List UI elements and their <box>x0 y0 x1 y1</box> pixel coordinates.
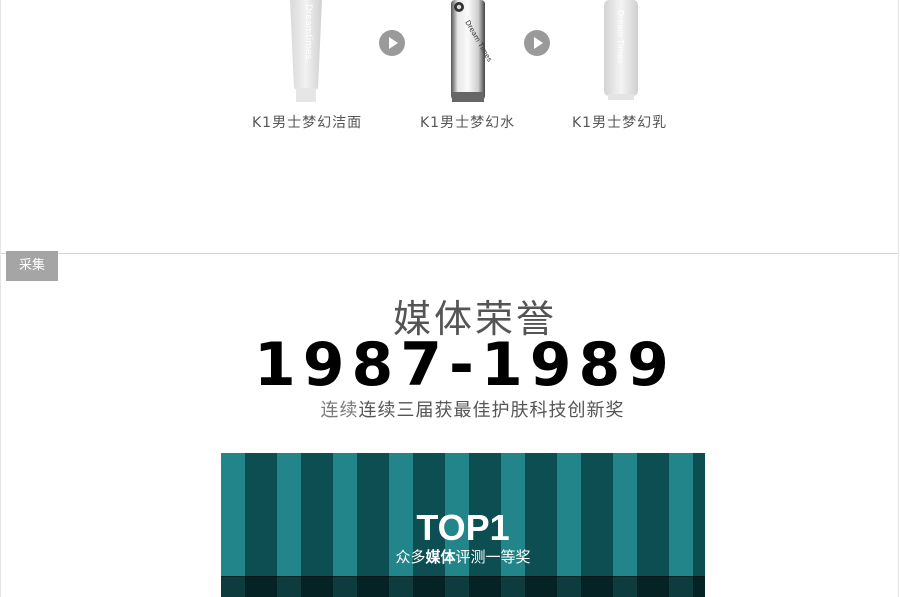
honor-subtitle-prefix: 连续 <box>320 400 359 421</box>
collect-tag[interactable]: 采集 <box>6 251 58 281</box>
cleanser-tube-image: Dreamtimes <box>290 0 322 102</box>
lotion-bottle-image: Dream Times <box>604 0 638 100</box>
play-icon[interactable] <box>379 30 405 56</box>
play-icon[interactable] <box>524 30 550 56</box>
top1-banner: TOP1 众多媒体评测一等奖 <box>221 453 705 597</box>
honor-subtitle-main: 连续三届获最佳护肤科技创新奖 <box>358 400 625 421</box>
svg-text:Dream Times: Dream Times <box>616 10 625 63</box>
honor-subtitle: 连续连续三届获最佳护肤科技创新奖 <box>0 396 900 422</box>
banner-subtitle-part1: 众多 <box>395 548 426 566</box>
banner-subtitle-part3: 评测一等奖 <box>455 548 531 566</box>
svg-text:Dreamtimes: Dreamtimes <box>303 4 313 60</box>
banner-shadow-bar <box>221 576 705 597</box>
product-name[interactable]: K1男士梦幻水 <box>420 112 515 132</box>
honor-years: 1987-1989 <box>254 330 676 400</box>
banner-subtitle-part2: 媒体 <box>425 548 456 566</box>
banner-subtitle: 众多媒体评测一等奖 <box>221 546 705 567</box>
toner-bottle-image: Dream Times <box>451 0 494 102</box>
banner-title: TOP1 <box>416 507 510 548</box>
product-name[interactable]: K1男士梦幻乳 <box>572 112 667 132</box>
product-name[interactable]: K1男士梦幻洁面 <box>252 112 362 132</box>
